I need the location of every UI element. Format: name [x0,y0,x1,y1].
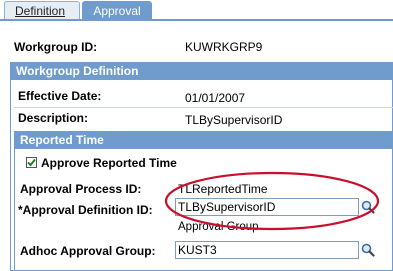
workgroup-definition-header: Workgroup Definition [10,62,393,80]
adhoc-approval-group-label: Adhoc Approval Group: [20,244,156,258]
tab-underline [0,19,393,21]
effective-date-label: Effective Date: [18,89,102,103]
checkmark-icon [27,158,36,167]
approve-reported-time-checkbox[interactable] [26,157,37,168]
approve-reported-time-label: Approve Reported Time [41,156,177,170]
workgroup-id-value: KUWRKGRP9 [185,40,263,54]
tab-definition[interactable]: Definition [4,1,80,19]
description-value: TLBySupervisorID [185,113,283,127]
magnifier-icon[interactable] [361,243,375,257]
approval-process-id-value: TLReportedTime [178,182,268,196]
approval-definition-id-input[interactable]: TLBySupervisorID [175,198,359,216]
approval-definition-id-label: *Approval Definition ID: [18,203,153,217]
approval-group-caption: Approval Group [178,221,259,233]
effective-date-value: 01/01/2007 [185,91,246,105]
row-divider [14,107,393,108]
reported-time-header: Reported Time [14,131,393,149]
approval-process-id-label: Approval Process ID: [20,182,142,196]
magnifier-icon[interactable] [361,200,375,214]
workgroup-id-label: Workgroup ID: [14,40,98,54]
tab-approval[interactable]: Approval [82,1,152,19]
adhoc-approval-group-input[interactable]: KUST3 [175,241,359,259]
description-label: Description: [18,111,89,125]
